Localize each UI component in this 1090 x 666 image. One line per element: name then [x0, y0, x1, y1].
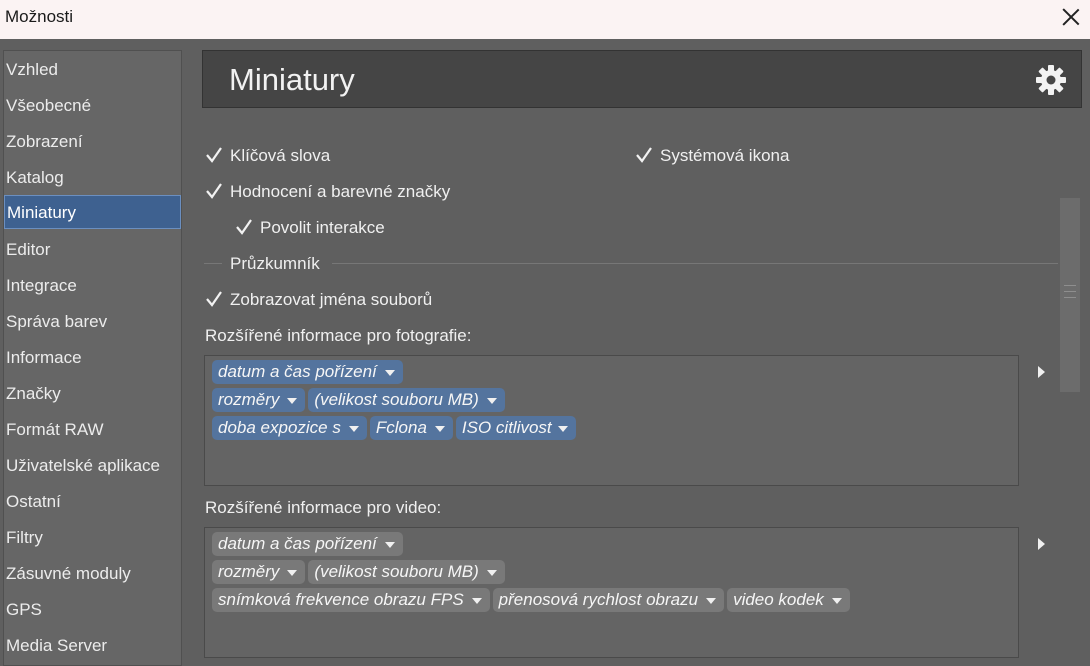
close-icon[interactable]	[1060, 6, 1082, 28]
chevron-down-icon[interactable]	[434, 426, 445, 432]
token-label: video kodek	[733, 590, 824, 609]
photo-info-box[interactable]: datum a čas pořízení rozměry (velikost so…	[204, 355, 1019, 486]
token-label: rozměry	[218, 562, 280, 581]
chevron-down-icon[interactable]	[486, 398, 497, 404]
chevron-down-icon[interactable]	[557, 426, 568, 432]
sidebar-item-vseobecne[interactable]: Všeobecné	[4, 89, 181, 123]
token-bitrate[interactable]: přenosová rychlost obrazu	[492, 588, 725, 612]
scrollbar[interactable]	[1060, 198, 1080, 392]
token-datetime[interactable]: datum a čas pořízení	[212, 532, 403, 556]
checkmark-icon[interactable]	[634, 145, 654, 165]
section-divider	[332, 263, 1058, 264]
sidebar-item-filtry[interactable]: Filtry	[4, 521, 181, 555]
sidebar-item-miniatury[interactable]: Miniatury	[4, 195, 181, 229]
sidebar-item-zasuvne-moduly[interactable]: Zásuvné moduly	[4, 557, 181, 591]
token-exposure[interactable]: doba expozice s	[212, 416, 367, 440]
token-row: rozměry (velikost souboru MB)	[212, 388, 508, 412]
token-aperture[interactable]: Fclona	[369, 416, 453, 440]
video-info-label: Rozšířené informace pro video:	[205, 498, 442, 517]
chevron-down-icon[interactable]	[384, 542, 395, 548]
chevron-down-icon[interactable]	[384, 370, 395, 376]
token-filesize[interactable]: (velikost souboru MB)	[308, 388, 505, 412]
token-row: doba expozice s Fclona ISO citlivost	[212, 416, 579, 440]
expand-right-icon[interactable]	[1038, 538, 1045, 550]
sidebar-item-media-server[interactable]: Media Server	[4, 629, 181, 663]
checkmark-icon[interactable]	[234, 217, 254, 237]
sidebar-item-vzhled[interactable]: Vzhled	[4, 53, 181, 87]
token-label: (velikost souboru MB)	[314, 562, 479, 581]
token-label: snímková frekvence obrazu FPS	[218, 590, 464, 609]
checkmark-icon[interactable]	[204, 289, 224, 309]
sidebar-item-uzivatelske-aplikace[interactable]: Uživatelské aplikace	[4, 449, 181, 483]
expand-right-icon[interactable]	[1038, 366, 1045, 378]
token-label: přenosová rychlost obrazu	[498, 590, 699, 609]
token-dimensions[interactable]: rozměry	[212, 560, 306, 584]
chevron-down-icon[interactable]	[486, 570, 497, 576]
chevron-down-icon[interactable]	[471, 598, 482, 604]
page-title: Miniatury	[229, 62, 355, 97]
sidebar-item-informace[interactable]: Informace	[4, 341, 181, 375]
chevron-down-icon[interactable]	[287, 398, 298, 404]
scrollbar-grip	[1064, 291, 1076, 292]
photo-info-label: Rozšířené informace pro fotografie:	[205, 326, 472, 345]
chevron-down-icon[interactable]	[706, 598, 717, 604]
scrollbar-grip	[1064, 297, 1076, 298]
chevron-down-icon[interactable]	[287, 570, 298, 576]
sidebar-item-editor[interactable]: Editor	[4, 233, 181, 267]
system-icon-label: Systémová ikona	[660, 146, 790, 165]
token-label: rozměry	[218, 390, 280, 409]
token-codec[interactable]: video kodek	[727, 588, 850, 612]
rating-label: Hodnocení a barevné značky	[230, 182, 451, 201]
sidebar-item-ostatni[interactable]: Ostatní	[4, 485, 181, 519]
interactions-label: Povolit interakce	[260, 218, 385, 237]
gear-icon[interactable]	[1035, 64, 1067, 96]
video-info-box[interactable]: datum a čas pořízení rozměry (velikost so…	[204, 527, 1019, 658]
token-label: doba expozice s	[218, 418, 341, 437]
sidebar-item-integrace[interactable]: Integrace	[4, 269, 181, 303]
token-label: datum a čas pořízení	[218, 534, 377, 553]
checkmark-icon[interactable]	[204, 181, 224, 201]
chevron-down-icon[interactable]	[348, 426, 359, 432]
sidebar-item-znacky[interactable]: Značky	[4, 377, 181, 411]
token-row: datum a čas pořízení	[212, 360, 406, 384]
scrollbar-grip	[1064, 285, 1076, 286]
token-label: ISO citlivost	[461, 418, 552, 437]
sidebar: Vzhled Všeobecné Zobrazení Katalog Minia…	[3, 50, 182, 666]
token-label: datum a čas pořízení	[218, 362, 377, 381]
page-header: Miniatury	[202, 50, 1082, 108]
sidebar-item-katalog[interactable]: Katalog	[4, 161, 181, 195]
sidebar-item-gps[interactable]: GPS	[4, 593, 181, 627]
token-label: Fclona	[375, 418, 427, 437]
window-title: Možnosti	[5, 7, 74, 26]
checkmark-icon[interactable]	[204, 145, 224, 165]
title-bar: Možnosti	[0, 0, 1090, 39]
sidebar-item-sprava-barev[interactable]: Správa barev	[4, 305, 181, 339]
token-framerate[interactable]: snímková frekvence obrazu FPS	[212, 588, 490, 612]
token-dimensions[interactable]: rozměry	[212, 388, 306, 412]
sidebar-item-zobrazeni[interactable]: Zobrazení	[4, 125, 181, 159]
token-datetime[interactable]: datum a čas pořízení	[212, 360, 403, 384]
chevron-down-icon[interactable]	[831, 598, 842, 604]
token-iso[interactable]: ISO citlivost	[455, 416, 576, 440]
token-row: snímková frekvence obrazu FPS přenosová r…	[212, 588, 853, 612]
token-row: datum a čas pořízení	[212, 532, 406, 556]
section-divider	[204, 263, 222, 264]
token-row: rozměry (velikost souboru MB)	[212, 560, 508, 584]
keywords-label: Klíčová slova	[230, 146, 331, 165]
token-label: (velikost souboru MB)	[314, 390, 479, 409]
sidebar-item-format-raw[interactable]: Formát RAW	[4, 413, 181, 447]
show-filenames-label: Zobrazovat jména souborů	[230, 290, 433, 309]
explorer-section-label: Průzkumník	[230, 254, 320, 273]
token-filesize[interactable]: (velikost souboru MB)	[308, 560, 505, 584]
